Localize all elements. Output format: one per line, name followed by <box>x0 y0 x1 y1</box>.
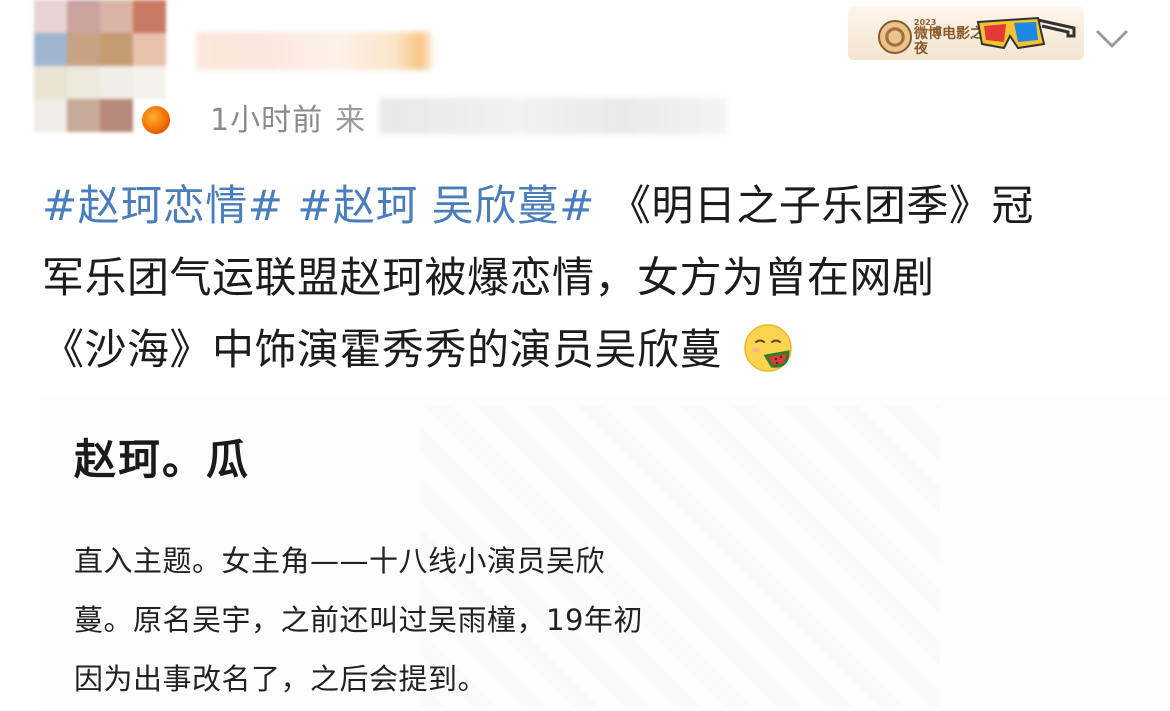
avatar-tile <box>67 33 100 66</box>
post-text-line2: 军乐团气运联盟赵珂被爆恋情，女方为曾在网剧 <box>42 253 935 302</box>
image-title: 赵珂。瓜 <box>74 435 251 484</box>
hashtag-link[interactable]: #赵珂恋情# <box>42 181 283 230</box>
avatar-tile <box>34 99 67 132</box>
eating-watermelon-emoji-icon <box>744 324 792 372</box>
card-decoration[interactable]: 2023 微博电影之夜 <box>848 6 1084 60</box>
avatar-tile <box>67 66 100 99</box>
post-meta: 1小时前来 <box>210 95 366 139</box>
avatar-tile <box>133 66 166 99</box>
username-redacted[interactable] <box>196 32 432 70</box>
post-source-redacted <box>380 98 726 134</box>
avatar-tile <box>67 99 100 132</box>
avatar-tile <box>100 66 133 99</box>
vip-badge-icon <box>140 104 172 136</box>
image-body-line: 因为出事改名了，之后会提到。 <box>74 662 488 696</box>
avatar-tile <box>34 0 67 33</box>
3d-glasses-icon <box>976 16 1076 50</box>
post-time: 1小时前 <box>210 103 324 138</box>
post-source-prefix: 来 <box>335 103 367 138</box>
avatar-tile <box>100 33 133 66</box>
image-body-line: 直入主题。女主角——十八线小演员吴欣 <box>74 544 606 578</box>
avatar-tile <box>67 0 100 33</box>
hashtag-link[interactable]: #赵珂 吴欣蔓# <box>297 181 595 230</box>
image-body-line: 蔓。原名吴宇，之前还叫过吴雨橦，19年初 <box>74 603 643 637</box>
avatar-tile <box>133 0 166 33</box>
avatar-tile <box>34 66 67 99</box>
post-text: #赵珂恋情# #赵珂 吴欣蔓# 《明日之子乐团季》冠 军乐团气运联盟赵珂被爆恋情… <box>42 170 1142 386</box>
post-image[interactable]: 赵珂。瓜 直入主题。女主角——十八线小演员吴欣 蔓。原名吴宇，之前还叫过吴雨橦，… <box>40 396 1170 711</box>
avatar-tile <box>100 0 133 33</box>
image-body-text: 直入主题。女主角——十八线小演员吴欣 蔓。原名吴宇，之前还叫过吴雨橦，19年初 … <box>74 532 754 709</box>
post-text-line1: 《明日之子乐团季》冠 <box>594 181 1034 230</box>
chevron-down-icon[interactable] <box>1094 24 1130 52</box>
avatar-tile <box>133 33 166 66</box>
film-reel-icon <box>878 20 912 54</box>
post-text-line3: 《沙海》中饰演霍秀秀的演员吴欣蔓 <box>42 325 723 374</box>
avatar-tile <box>34 33 67 66</box>
avatar-tile <box>100 99 133 132</box>
